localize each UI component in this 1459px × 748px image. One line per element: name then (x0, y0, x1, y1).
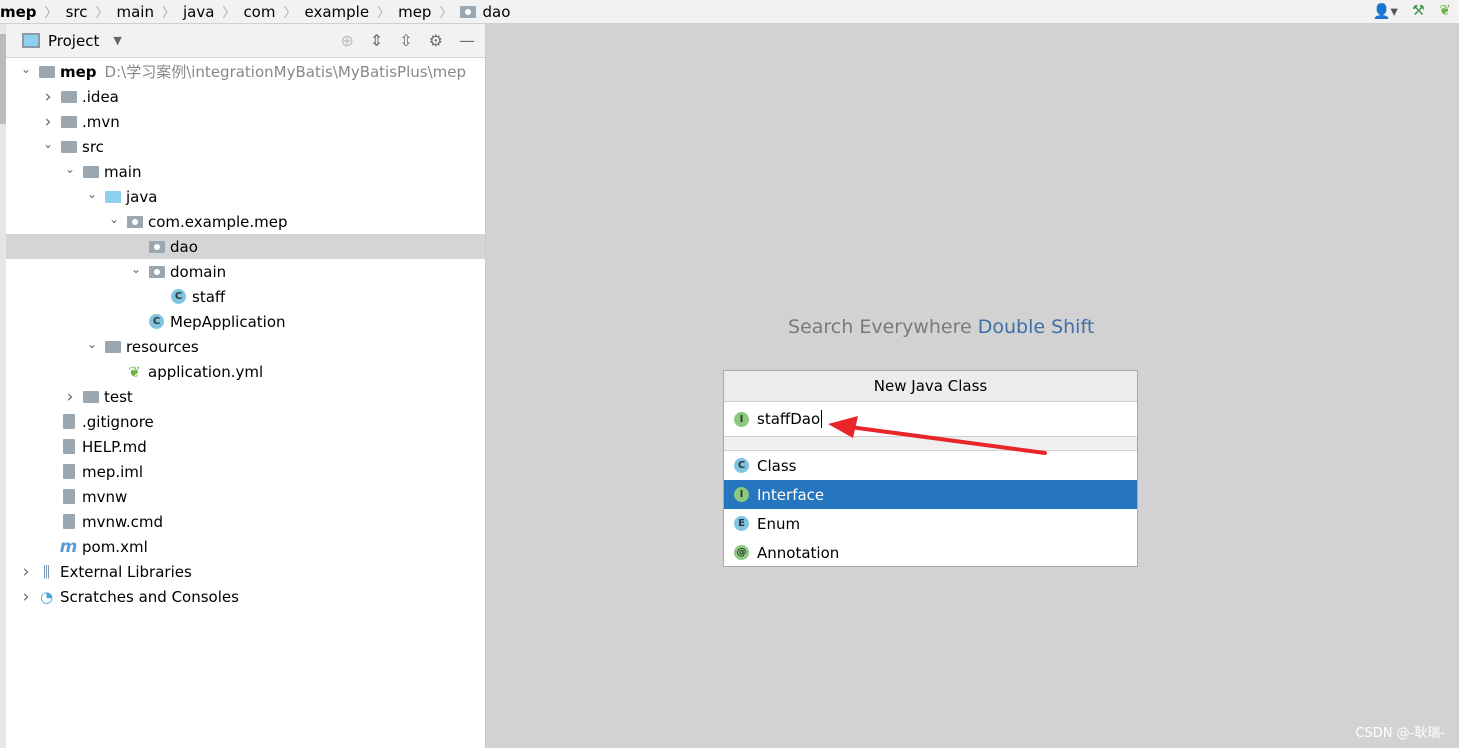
watermark: CSDN @-耿瑞- (1355, 726, 1445, 741)
red-arrow-annotation (828, 416, 1047, 455)
